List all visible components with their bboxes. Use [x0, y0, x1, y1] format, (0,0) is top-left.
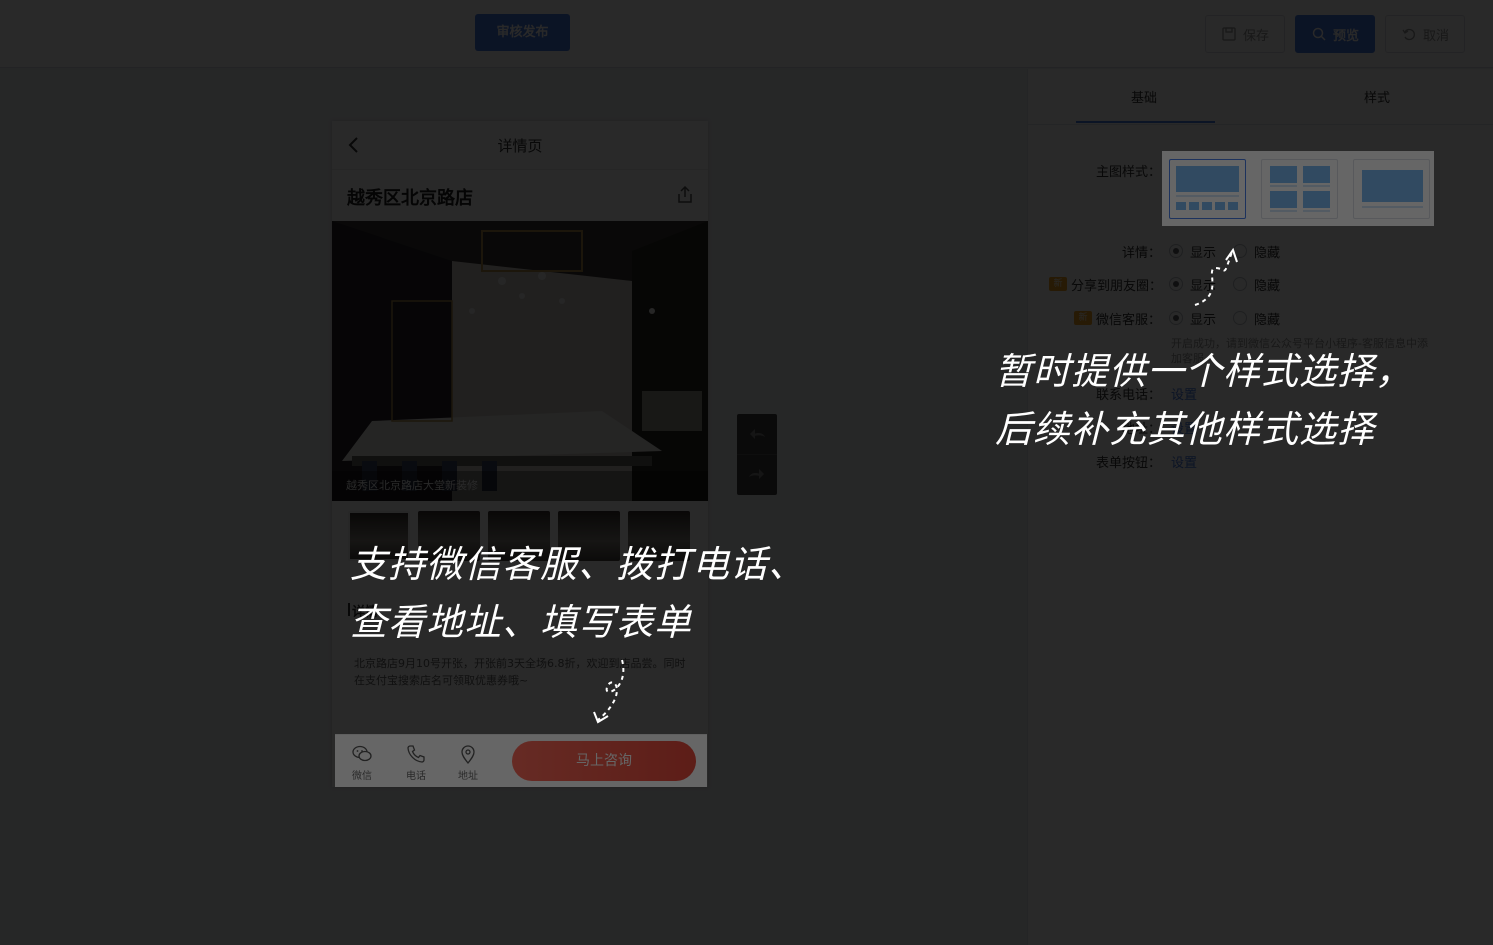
main-image-style-label: 主图样式： [1096, 165, 1162, 180]
location-pin-icon [461, 745, 475, 765]
detail-hide-radio[interactable] [1233, 244, 1247, 258]
tab-basic[interactable]: 基础 [1131, 87, 1157, 106]
shop-name: 越秀区北京路店 [347, 188, 473, 209]
share-label: 分享到朋友圈： [1071, 279, 1163, 294]
wechat-service-label: 微信客服： [1096, 313, 1162, 328]
save-icon [1222, 27, 1236, 41]
settings-panel: 基础 样式 主图样式： 详情： 显示 隐藏 新 分享到朋友圈： 显示 隐藏 新 … [1027, 69, 1493, 945]
shop-title-row: 越秀区北京路店 [332, 171, 708, 221]
detail-label: 详情： [1122, 246, 1162, 261]
guide-note-footer-features: 支持微信客服、拨打电话、 查看地址、填写表单 [350, 536, 806, 652]
style-option-single[interactable] [1353, 159, 1430, 219]
layout-banner-icon [1176, 166, 1239, 210]
phone-label: 电话 [406, 771, 426, 782]
preview-label: 预览 [1332, 28, 1359, 44]
guide-note-style-options: 暂时提供一个样式选择， 后续补充其他样式选择 [995, 343, 1413, 459]
back-icon[interactable] [344, 135, 364, 155]
detail-description: 北京路店9月10号开张，开张前3天全场6.8折，欢迎到店品尝。同时在支付宝搜索店… [354, 657, 686, 687]
phone-header-title: 详情页 [497, 136, 543, 155]
undo-arrow-icon[interactable] [747, 424, 767, 444]
share-hide-radio[interactable] [1233, 277, 1247, 291]
main-image-style-options [1162, 151, 1435, 226]
footer-phone-button[interactable]: 电话 [398, 741, 434, 782]
cancel-button[interactable]: 取消 [1385, 15, 1465, 53]
publish-button[interactable]: 审核发布 [475, 14, 570, 51]
undo-icon [1402, 28, 1415, 41]
detail-hide-text: 隐藏 [1254, 246, 1281, 261]
phone-footer-bar: 微信 电话 地址 马上咨询 [335, 734, 707, 787]
search-icon [1312, 27, 1326, 41]
wechat-label: 微信 [352, 771, 372, 782]
guide-note-line: 支持微信客服、拨打电话、 [350, 543, 806, 586]
preview-button[interactable]: 预览 [1295, 15, 1375, 53]
top-toolbar: 审核发布 保存 预览 取消 [0, 0, 1493, 68]
guide-note-line: 暂时提供一个样式选择， [995, 350, 1413, 393]
share-show-text: 显示 [1190, 279, 1217, 294]
wechat-service-show-radio[interactable] [1169, 311, 1183, 325]
wechat-icon [352, 745, 372, 762]
share-hide-text: 隐藏 [1254, 279, 1281, 294]
restaurant-interior-image [332, 221, 708, 501]
wechat-service-hide-text: 隐藏 [1254, 313, 1281, 328]
guide-note-line: 查看地址、填写表单 [350, 601, 692, 644]
footer-address-button[interactable]: 地址 [450, 741, 486, 782]
cancel-label: 取消 [1422, 28, 1449, 44]
active-tab-indicator [1076, 121, 1215, 123]
divider [737, 454, 777, 455]
phone-header: 详情页 [332, 121, 708, 170]
share-icon[interactable] [676, 185, 694, 205]
phone-preview: 详情页 越秀区北京路店 越秀区北京路店大堂新装修 详情 北京路店9月10号开张，… [332, 121, 708, 787]
footer-wechat-button[interactable]: 微信 [344, 741, 380, 782]
save-button[interactable]: 保存 [1205, 15, 1285, 53]
detail-show-radio[interactable] [1169, 244, 1183, 258]
undo-redo-controls [737, 414, 777, 495]
phone-icon [407, 745, 425, 763]
tab-style[interactable]: 样式 [1364, 87, 1390, 106]
share-show-radio[interactable] [1169, 277, 1183, 291]
consult-button[interactable]: 马上咨询 [512, 741, 696, 781]
layout-single-icon [1362, 170, 1423, 208]
redo-arrow-icon[interactable] [747, 464, 767, 484]
wechat-service-show-text: 显示 [1190, 313, 1217, 328]
new-badge: 新 [1074, 311, 1092, 325]
style-option-grid[interactable] [1261, 159, 1338, 219]
hero-image[interactable]: 越秀区北京路店大堂新装修 [332, 221, 708, 501]
hero-caption: 越秀区北京路店大堂新装修 [332, 471, 708, 501]
detail-show-text: 显示 [1190, 246, 1217, 261]
save-label: 保存 [1242, 28, 1269, 44]
wechat-service-hide-radio[interactable] [1233, 311, 1247, 325]
style-option-banner-thumbs[interactable] [1169, 159, 1246, 219]
address-label: 地址 [458, 771, 478, 782]
settings-tabs: 基础 样式 [1028, 69, 1493, 125]
new-badge: 新 [1049, 277, 1067, 291]
layout-grid-icon [1270, 166, 1330, 212]
guide-note-line: 后续补充其他样式选择 [995, 408, 1375, 451]
